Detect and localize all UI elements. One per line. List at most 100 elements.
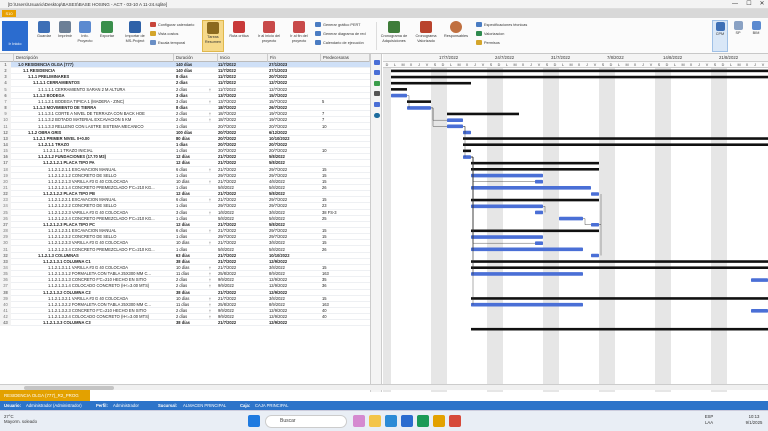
id-column-header xyxy=(0,54,14,62)
pert-icon xyxy=(315,22,321,27)
taskbar-search[interactable]: Buscar xyxy=(265,415,347,428)
calendar-exec-icon xyxy=(315,40,321,45)
close-button[interactable]: ✕ xyxy=(757,1,767,8)
procurement-icon xyxy=(388,21,400,33)
task-bar xyxy=(471,235,543,239)
import-msproject-button[interactable]: Importar de MS-Project xyxy=(122,20,148,52)
summary-bar xyxy=(447,112,519,116)
task-bar xyxy=(591,192,599,196)
row-number: 43 xyxy=(0,320,11,327)
calendar-icon xyxy=(150,22,156,27)
store-icon[interactable] xyxy=(401,415,413,427)
coins-icon xyxy=(150,31,156,36)
copilot-icon[interactable] xyxy=(353,415,365,427)
profile-value: Administrador xyxy=(113,403,139,408)
task-finish[interactable]: 12/9/2022 xyxy=(269,320,321,326)
branch-label: Sucursal: xyxy=(158,403,178,408)
window-title: [D:\Users\Usuario\Desktop\BASES\BASE HOS… xyxy=(8,2,168,7)
go-start-button[interactable]: Ir Inicio xyxy=(2,21,28,51)
chrome-icon[interactable] xyxy=(449,415,461,427)
cost-view-button[interactable]: Vista costos xyxy=(150,30,178,38)
predecessors-column-header[interactable]: Predecesoras xyxy=(321,54,370,62)
print-icon xyxy=(59,21,71,33)
gantt-body[interactable] xyxy=(383,68,768,392)
summary-tasks-toggle[interactable]: Tareas Resumen xyxy=(202,20,224,52)
link-icon[interactable] xyxy=(374,81,380,86)
summary-bar xyxy=(391,69,768,73)
bim-button[interactable]: BIM xyxy=(748,20,764,52)
print-button[interactable]: Imprimir xyxy=(54,20,76,52)
gantt-chart: 17/7/2022 24/7/2022 31/7/2022 7/8/2022 14/8/… xyxy=(383,54,768,392)
network-diagram-button[interactable]: Generar diagrama de red xyxy=(315,30,366,38)
file-tab[interactable]: S10 xyxy=(2,10,16,17)
task-bar xyxy=(463,155,471,159)
task-name[interactable]: 1.1.2.1.3.3 COLUMNA C3 xyxy=(14,320,160,326)
sp-button[interactable]: SP xyxy=(730,20,746,52)
week-label: 21/8/2022 xyxy=(719,55,739,60)
maximize-button[interactable]: ☐ xyxy=(744,1,754,8)
go-project-end-button[interactable]: Ir al fin del proyecto xyxy=(285,20,313,52)
dependency-link xyxy=(471,156,474,188)
ribbon-tabs: S10 xyxy=(0,9,768,18)
execution-calendar-button[interactable]: Calendario de ejecución xyxy=(315,39,364,47)
description-column-header[interactable]: Descripción xyxy=(14,54,174,62)
week-label: 17/7/2022 xyxy=(439,55,459,60)
tech-specs-button[interactable]: Especificaciones técnicas xyxy=(476,21,527,29)
weekend-column xyxy=(439,68,447,392)
weekend-column xyxy=(599,68,607,392)
duration-column-header[interactable]: Duración xyxy=(174,54,218,62)
clock[interactable]: 10:13 9/1/2025 xyxy=(742,414,766,426)
task-duration[interactable]: 38 días xyxy=(176,320,216,326)
summary-bar xyxy=(463,137,768,140)
eye-icon[interactable] xyxy=(374,113,380,118)
export-button[interactable]: Exportar xyxy=(96,20,118,52)
task-bar xyxy=(463,130,471,135)
windows-start-icon[interactable] xyxy=(248,415,260,427)
finish-column-header[interactable]: Fin xyxy=(268,54,321,62)
task-bar xyxy=(471,247,583,252)
go-project-start-button[interactable]: Ir al inicio del proyecto xyxy=(255,20,283,52)
gantt-week-header: 17/7/2022 24/7/2022 31/7/2022 7/8/2022 14/8/… xyxy=(383,54,768,62)
edge-icon[interactable] xyxy=(385,415,397,427)
language-indicator[interactable]: ESP LAA xyxy=(702,414,716,426)
s10-app-icon[interactable] xyxy=(433,415,445,427)
split-icon[interactable] xyxy=(374,102,380,107)
valued-schedule-button[interactable]: Cronograma Valorizado xyxy=(412,20,440,52)
info-icon xyxy=(79,21,91,33)
gantt-canvas xyxy=(383,68,768,392)
flag-icon xyxy=(233,21,245,33)
font-icon[interactable] xyxy=(374,91,380,96)
week-label: 24/7/2022 xyxy=(495,55,515,60)
task-bar xyxy=(751,278,768,282)
summary-bar xyxy=(463,143,768,146)
summary-bar xyxy=(391,81,471,85)
permissions-button[interactable]: Permisos xyxy=(476,39,500,47)
go-start-icon xyxy=(263,21,275,33)
project-info-button[interactable]: Info. Proyecto xyxy=(74,20,96,52)
responsables-button[interactable]: Responsables xyxy=(442,20,470,52)
indent-icon[interactable] xyxy=(374,60,380,65)
project-tab[interactable]: RESIDENCIA OLGA (777)_R2_PROG xyxy=(0,390,90,401)
start-column-header[interactable]: Inicio xyxy=(218,54,268,62)
time-scale-dropdown[interactable]: Escala temporal xyxy=(150,39,185,47)
weather-widget[interactable]: 27°C Mayorm. soleado xyxy=(4,414,37,424)
configure-calendar-button[interactable]: Configurar calendario xyxy=(150,21,194,29)
task-table-header: Descripción Duración Inicio Fin Predeces… xyxy=(0,54,382,62)
file-explorer-icon[interactable] xyxy=(369,415,381,427)
save-icon xyxy=(38,21,50,33)
outdent-icon[interactable] xyxy=(374,70,380,75)
excel-icon[interactable] xyxy=(417,415,429,427)
profile-label: Perfil: xyxy=(96,403,108,408)
task-start[interactable]: 21/7/2022 xyxy=(218,320,266,326)
cashbox-label: Caja: xyxy=(240,403,251,408)
save-button[interactable]: Guardar xyxy=(33,20,55,52)
cpm-button[interactable]: CPM xyxy=(712,20,728,52)
pert-chart-button[interactable]: Generar gráfico PERT xyxy=(315,21,361,29)
horizontal-scrollbar[interactable] xyxy=(0,384,768,390)
valuation-button[interactable]: Valorizacion xyxy=(476,30,504,38)
table-row[interactable]: 43 1.1.2.1.3.3 COLUMNA C3 38 días 21/7/2022… xyxy=(0,320,382,327)
procurement-schedule-button[interactable]: Cronograma de Adquisiciones xyxy=(378,20,410,52)
minimize-button[interactable]: — xyxy=(730,1,740,8)
critical-path-button[interactable]: Ruta crítica xyxy=(228,20,250,52)
task-bar xyxy=(751,309,768,313)
